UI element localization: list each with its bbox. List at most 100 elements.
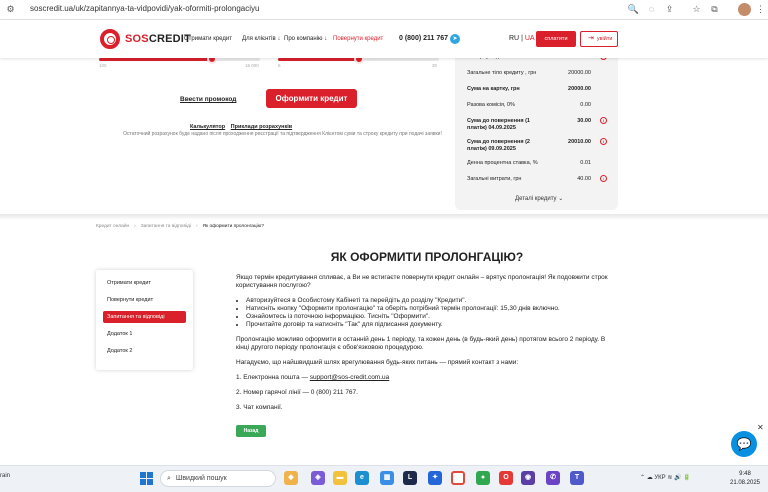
amount-max-label: 15 000 bbox=[245, 63, 259, 68]
opera-icon[interactable]: O bbox=[499, 471, 513, 485]
summary-row-label: Сума на картку, грн bbox=[467, 86, 520, 92]
side-menu-get-credit[interactable]: Отримати кредит bbox=[103, 277, 186, 289]
amount-slider-fill bbox=[99, 58, 212, 61]
summary-row-label: Денна процентна ставка, % bbox=[467, 160, 538, 166]
language-switcher[interactable]: RU | UA bbox=[509, 35, 535, 42]
app-green-icon[interactable]: ● bbox=[476, 471, 490, 485]
side-menu-repay-credit[interactable]: Повернути кредит bbox=[103, 294, 186, 306]
summary-row-value: 20010.00 bbox=[568, 139, 591, 145]
windows-start-icon[interactable] bbox=[140, 472, 153, 485]
file-explorer-icon[interactable]: ▬ bbox=[333, 471, 347, 485]
article-prolongation-rules: Пролонгацію можливо оформити в останній … bbox=[236, 336, 606, 351]
support-email-link[interactable]: support@sos-credit.com.ua bbox=[310, 374, 390, 381]
login-arrow-icon: ⇥ bbox=[588, 35, 594, 42]
login-button[interactable]: ⇥ увійти bbox=[580, 31, 618, 47]
contact-chat: 3. Чат компанії. bbox=[236, 404, 283, 411]
eye-off-icon[interactable]: ◌ bbox=[645, 3, 658, 16]
breadcrumb-current: Як оформити пролонгацію? bbox=[202, 224, 264, 229]
summary-row-value: 40.00 bbox=[577, 176, 591, 182]
step-item: Прочитайте договір та натисніть "Так" дл… bbox=[246, 321, 618, 329]
chat-close-icon[interactable]: ✕ bbox=[757, 423, 764, 432]
breadcrumb-home[interactable]: Кредит онлайн bbox=[96, 224, 129, 229]
term-slider[interactable] bbox=[278, 54, 439, 64]
widgets-icon[interactable]: ◆ bbox=[284, 471, 298, 485]
telegram-icon[interactable]: ➤ bbox=[450, 34, 460, 44]
logo-text: SOSCREDIT bbox=[125, 33, 191, 45]
summary-row: Сума до повернення (1 платіж) 04.09.2025… bbox=[467, 117, 607, 132]
info-icon[interactable]: i bbox=[600, 117, 607, 124]
share-icon[interactable]: ⇪ bbox=[663, 3, 676, 16]
chrome-icon[interactable] bbox=[451, 471, 465, 485]
url-field[interactable]: soscredit.ua/uk/zapitannya-ta-vidpovidi/… bbox=[30, 4, 259, 13]
side-menu: Отримати кредит Повернути кредит Запитан… bbox=[96, 270, 193, 370]
header-phone[interactable]: 0 (800) 211 767 bbox=[399, 35, 448, 42]
input-language[interactable]: УКР bbox=[654, 475, 665, 481]
credit-summary-panel: Повернути до09.09.2025iЗагальне тіло кре… bbox=[455, 50, 618, 210]
nav-get-credit[interactable]: Отримати кредит bbox=[184, 36, 232, 42]
summary-row-value: 0.00 bbox=[580, 102, 591, 108]
step-item: Натисніть кнопку "Оформити пролонгацію" … bbox=[246, 305, 618, 313]
bookmark-star-icon[interactable]: ☆ bbox=[690, 3, 703, 16]
article-intro: Якщо термін кредитування спливає, а Ви н… bbox=[236, 274, 608, 289]
breadcrumb: Кредит онлайн › Запитання та відповіді › Як … bbox=[96, 224, 264, 229]
windows-taskbar: rain ⌕ Швидкий пошук ◆ ◈ ▬ e ▦ L ✦ ● O ◉ … bbox=[0, 465, 768, 492]
extensions-icon[interactable]: ⧉ bbox=[708, 3, 721, 16]
taskbar-search-label: Швидкий пошук bbox=[175, 475, 227, 482]
zoom-icon[interactable]: 🔍 bbox=[627, 3, 640, 16]
nav-for-clients[interactable]: Для клієнтів ↓ bbox=[242, 36, 280, 42]
summary-row: Сума на картку, грн 20000.00 bbox=[467, 86, 607, 93]
article-steps: Авторизуйтеся в Особистому Кабінеті та п… bbox=[246, 297, 618, 329]
side-menu-appendix-2[interactable]: Додаток 2 bbox=[103, 345, 186, 357]
weather-widget[interactable]: rain bbox=[0, 473, 10, 479]
chat-bubble-icon[interactable]: 💬 bbox=[731, 431, 757, 457]
examples-link[interactable]: Приклади розрахунків bbox=[231, 124, 292, 130]
viber-icon[interactable]: ✆ bbox=[546, 471, 560, 485]
info-icon[interactable]: i bbox=[600, 175, 607, 182]
step-item: Авторизуйтеся в Особистому Кабінеті та п… bbox=[246, 297, 618, 305]
breadcrumb-faq[interactable]: Запитання та відповіді bbox=[141, 224, 191, 229]
system-tray[interactable]: ⌃ ☁ УКР ≋ 🔊 🔋 bbox=[640, 474, 691, 481]
app-l-icon[interactable]: L bbox=[403, 471, 417, 485]
menu-kebab-icon[interactable]: ⋮ bbox=[754, 3, 767, 16]
summary-row-label: Загальні витрати, грн bbox=[467, 176, 522, 182]
credit-calculator: 100 15 000 5 30 Ввести промокод Оформити… bbox=[0, 54, 768, 216]
amount-min-label: 100 bbox=[99, 63, 107, 68]
search-icon: ⌕ bbox=[167, 475, 171, 482]
system-clock[interactable]: 9:48 21.08.2025 bbox=[725, 470, 765, 488]
calculator-link[interactable]: Калькулятор bbox=[190, 124, 225, 130]
summary-row: Загальні витрати, грн 40.00 i bbox=[467, 175, 607, 183]
side-menu-appendix-1[interactable]: Додаток 1 bbox=[103, 328, 186, 340]
side-menu-faq[interactable]: Запитання та відповіді bbox=[103, 311, 186, 323]
site-info-icon[interactable]: ⚙ bbox=[4, 3, 17, 16]
summary-row-value: 20000.00 bbox=[568, 86, 591, 92]
edge-browser-icon[interactable]: e bbox=[355, 471, 369, 485]
nav-repay-credit[interactable]: Повернути кредит bbox=[333, 36, 383, 42]
apply-credit-button[interactable]: Оформити кредит bbox=[266, 89, 357, 108]
amount-slider[interactable] bbox=[99, 54, 260, 64]
summary-row: Денна процентна ставка, % 0.01 bbox=[467, 160, 607, 167]
term-min-label: 5 bbox=[278, 63, 281, 68]
photos-icon[interactable]: ▦ bbox=[380, 471, 394, 485]
page-title: ЯК ОФОРМИТИ ПРОЛОНГАЦІЮ? bbox=[330, 250, 524, 264]
dropbox-icon[interactable]: ✦ bbox=[428, 471, 442, 485]
term-slider-fill bbox=[278, 58, 359, 61]
calculator-disclaimer: Остаточний розрахунок буде надано після … bbox=[123, 131, 442, 137]
back-button[interactable]: Назад bbox=[236, 425, 266, 437]
summary-row: Сума до повернення (2 платіж) 09.09.2025… bbox=[467, 138, 607, 153]
teams-icon[interactable]: T bbox=[570, 471, 584, 485]
nav-about-company[interactable]: Про компанію ↓ bbox=[284, 36, 327, 42]
taskbar-search[interactable]: ⌕ Швидкий пошук bbox=[160, 470, 276, 487]
info-icon[interactable]: i bbox=[600, 138, 607, 145]
credit-details-toggle[interactable]: Деталі кредиту ⌄ bbox=[515, 195, 563, 202]
promo-code-link[interactable]: Ввести промокод bbox=[180, 96, 236, 103]
app-purple-icon[interactable]: ◉ bbox=[521, 471, 535, 485]
copilot-icon[interactable]: ◈ bbox=[311, 471, 325, 485]
term-max-label: 30 bbox=[432, 63, 438, 68]
summary-row-value: 20000.00 bbox=[568, 70, 591, 76]
summary-row-label: Загальне тіло кредиту , грн bbox=[467, 70, 537, 76]
pay-button[interactable]: сплатити bbox=[536, 31, 576, 47]
summary-row-label: Сума до повернення (1 платіж) 04.09.2025 bbox=[467, 118, 530, 131]
logo[interactable]: SOSCREDIT bbox=[100, 28, 191, 50]
summary-row-label: Разова комісія, 0% bbox=[467, 102, 515, 108]
profile-avatar-icon[interactable] bbox=[738, 3, 751, 16]
